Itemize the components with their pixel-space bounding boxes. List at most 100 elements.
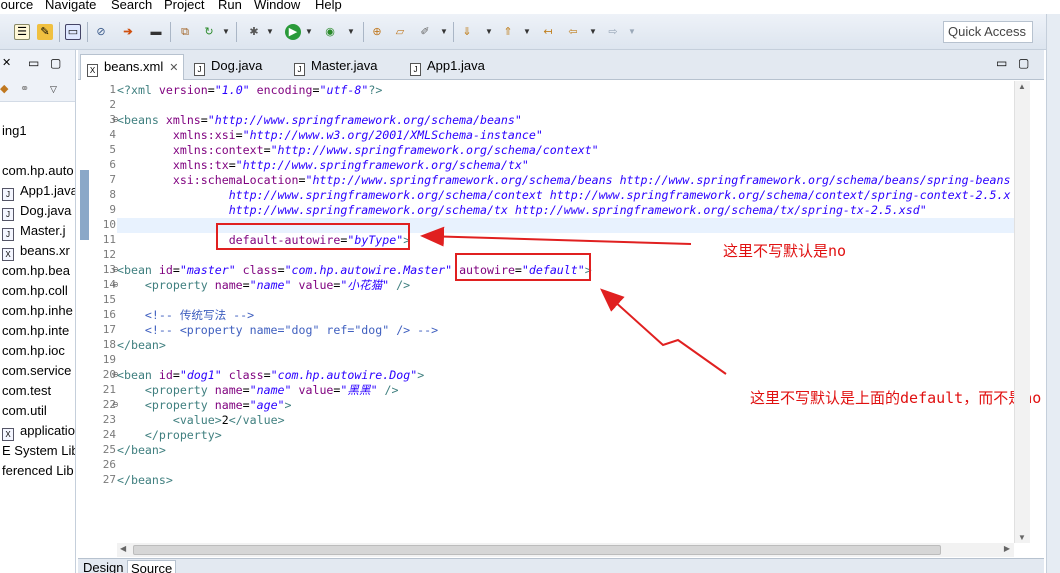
editor-minimize-icon[interactable]: ▭ bbox=[996, 56, 1007, 70]
link-editor-icon[interactable]: ⚭ bbox=[20, 82, 29, 95]
minimize-icon[interactable]: ▭ bbox=[28, 56, 39, 70]
menu-window[interactable]: Window bbox=[254, 0, 300, 12]
external-dropdown-icon[interactable]: ▼ bbox=[347, 27, 355, 36]
collapse-all-icon[interactable]: ◆ bbox=[0, 82, 8, 95]
tree-item[interactable]: ferenced Lib bbox=[2, 463, 74, 478]
back-dropdown-icon[interactable]: ▼ bbox=[589, 27, 597, 36]
tab-master-java[interactable]: J Master.java bbox=[290, 54, 377, 80]
run-external-icon[interactable]: ◉ bbox=[322, 24, 338, 40]
code-line[interactable]: </bean> bbox=[117, 338, 166, 353]
close-tab-icon[interactable]: ✕ bbox=[169, 62, 178, 74]
run-dropdown-icon[interactable]: ▼ bbox=[305, 27, 313, 36]
code-line[interactable]: <property name="name" value="黑黑" /> bbox=[117, 383, 399, 398]
tree-item[interactable]: Xapplication( bbox=[2, 423, 75, 441]
next-annotation-dropdown-icon[interactable]: ▼ bbox=[485, 27, 493, 36]
close-icon[interactable]: ✕ bbox=[2, 56, 11, 69]
code-line[interactable]: <beans xmlns="http://www.springframework… bbox=[117, 113, 522, 128]
toggle-mark-icon[interactable]: ☰ bbox=[14, 24, 30, 40]
menu-help[interactable]: Help bbox=[315, 0, 342, 12]
fold-toggle-icon[interactable]: ⊖ bbox=[112, 265, 119, 274]
code-line[interactable]: <!-- <property name="dog" ref="dog" /> -… bbox=[117, 323, 438, 338]
scroll-left-icon[interactable]: ◀ bbox=[120, 544, 126, 553]
tab-dog-java[interactable]: J Dog.java bbox=[190, 54, 262, 80]
tree-item[interactable]: com.service bbox=[2, 363, 71, 378]
code-line[interactable]: <?xml version="1.0" encoding="utf-8"?> bbox=[117, 83, 382, 98]
tree-item[interactable]: J Dog.java bbox=[2, 203, 71, 221]
tree-item[interactable]: com.test bbox=[2, 383, 51, 398]
previous-annotation-dropdown-icon[interactable]: ▼ bbox=[523, 27, 531, 36]
open-folder-icon[interactable]: ▱ bbox=[392, 24, 408, 40]
last-edit-icon[interactable]: ↤ bbox=[540, 24, 556, 40]
code-line[interactable]: xmlns:tx="http://www.springframework.org… bbox=[117, 158, 529, 173]
code-line[interactable]: http://www.springframework.org/schema/tx… bbox=[117, 203, 927, 218]
code-line[interactable]: <property name="name" value="小花猫" /> bbox=[117, 278, 410, 293]
refresh-icon[interactable]: ↻ bbox=[201, 24, 217, 40]
menu-source[interactable]: Source bbox=[0, 0, 33, 12]
tree-item[interactable]: com.hp.bea bbox=[2, 263, 70, 278]
debug-dropdown-icon[interactable]: ▼ bbox=[266, 27, 274, 36]
skip-breakpoints-icon[interactable]: ⊘ bbox=[93, 24, 109, 40]
code-line[interactable]: xsi:schemaLocation="http://www.springfra… bbox=[117, 173, 1011, 188]
code-line[interactable]: <property name="age"> bbox=[117, 398, 292, 413]
next-annotation-icon[interactable]: ⇓ bbox=[459, 24, 475, 40]
server-icon[interactable]: ▬ bbox=[148, 24, 164, 40]
code-line[interactable]: </property> bbox=[117, 428, 222, 443]
tree-item[interactable]: com.hp.inhe bbox=[2, 303, 73, 318]
tree-item[interactable]: ing1 bbox=[2, 123, 27, 138]
fold-toggle-icon[interactable]: ⊖ bbox=[112, 280, 119, 289]
horizontal-scrollbar[interactable]: ◀ ▶ bbox=[117, 543, 1014, 557]
tree-item[interactable]: J Master.j bbox=[2, 223, 66, 241]
debug-gear-icon[interactable]: ✱ bbox=[246, 24, 262, 40]
tree-item[interactable]: com.hp.inte bbox=[2, 323, 69, 338]
code-line[interactable]: <!-- 传统写法 --> bbox=[117, 308, 254, 323]
code-line[interactable]: <bean id="dog1" class="com.hp.autowire.D… bbox=[117, 368, 424, 383]
open-type-icon[interactable]: ⊕ bbox=[369, 24, 385, 40]
code-line[interactable]: http://www.springframework.org/schema/co… bbox=[117, 188, 1011, 203]
menu-navigate[interactable]: Navigate bbox=[45, 0, 96, 12]
scroll-up-icon[interactable]: ▲ bbox=[1018, 82, 1026, 91]
forward-icon[interactable]: ⇨ bbox=[605, 24, 621, 40]
menu-run[interactable]: Run bbox=[218, 0, 242, 12]
search-dropdown-icon[interactable]: ▼ bbox=[440, 27, 448, 36]
tree-item[interactable]: Xbeans.xr bbox=[2, 243, 70, 261]
drop-to-frame-icon[interactable]: ➔ bbox=[120, 24, 136, 40]
fold-toggle-icon[interactable]: ⊖ bbox=[112, 370, 119, 379]
tree-item[interactable]: com.hp.auto bbox=[2, 163, 74, 178]
tree-item[interactable]: com.util bbox=[2, 403, 47, 418]
code-line[interactable]: <value>2</value> bbox=[117, 413, 285, 428]
maximize-icon[interactable]: ▢ bbox=[50, 56, 61, 70]
tree-item[interactable]: E System Lib bbox=[2, 443, 75, 458]
vertical-scrollbar[interactable]: ▲ ▼ bbox=[1014, 81, 1030, 543]
tab-design[interactable]: Design bbox=[80, 560, 126, 573]
new-package-icon[interactable]: ⧉ bbox=[177, 24, 193, 40]
tree-item[interactable]: com.hp.ioc bbox=[2, 343, 65, 358]
tab-source[interactable]: Source bbox=[127, 560, 177, 573]
view-menu-icon[interactable]: ▽ bbox=[50, 84, 57, 95]
fold-toggle-icon[interactable]: ⊖ bbox=[112, 400, 119, 409]
tree-item[interactable]: J App1.java bbox=[2, 183, 75, 201]
forward-dropdown-icon[interactable]: ▼ bbox=[628, 27, 636, 36]
back-icon[interactable]: ⇦ bbox=[565, 24, 581, 40]
console-icon[interactable]: ▭ bbox=[65, 24, 81, 40]
previous-annotation-icon[interactable]: ⇑ bbox=[500, 24, 516, 40]
code-editor[interactable]: <?xml version="1.0" encoding="utf-8"?> <b… bbox=[117, 81, 1014, 543]
search-brush-icon[interactable]: ✐ bbox=[417, 24, 433, 40]
code-line[interactable]: xmlns:context="http://www.springframewor… bbox=[117, 143, 599, 158]
menu-project[interactable]: Project bbox=[164, 0, 204, 12]
fold-toggle-icon[interactable]: ⊖ bbox=[112, 115, 119, 124]
code-line[interactable]: </bean> bbox=[117, 443, 166, 458]
refresh-dropdown-icon[interactable]: ▼ bbox=[222, 27, 230, 36]
scroll-right-icon[interactable]: ▶ bbox=[1004, 544, 1010, 553]
open-task-icon[interactable]: ✎ bbox=[37, 24, 53, 40]
menu-search[interactable]: Search bbox=[111, 0, 152, 12]
run-icon[interactable]: ▶ bbox=[285, 24, 301, 40]
tab-beans-xml[interactable]: Xbeans.xml ✕ bbox=[80, 54, 184, 80]
tab-app1-java[interactable]: J App1.java bbox=[406, 54, 485, 80]
horizontal-scroll-thumb[interactable] bbox=[133, 545, 941, 555]
tree-item[interactable]: com.hp.coll bbox=[2, 283, 68, 298]
code-line[interactable]: </beans> bbox=[117, 473, 173, 488]
editor-maximize-icon[interactable]: ▢ bbox=[1018, 56, 1029, 70]
scroll-down-icon[interactable]: ▼ bbox=[1018, 533, 1026, 542]
code-line[interactable]: xmlns:xsi="http://www.w3.org/2001/XMLSch… bbox=[117, 128, 543, 143]
quick-access-input[interactable]: Quick Access bbox=[943, 21, 1033, 43]
